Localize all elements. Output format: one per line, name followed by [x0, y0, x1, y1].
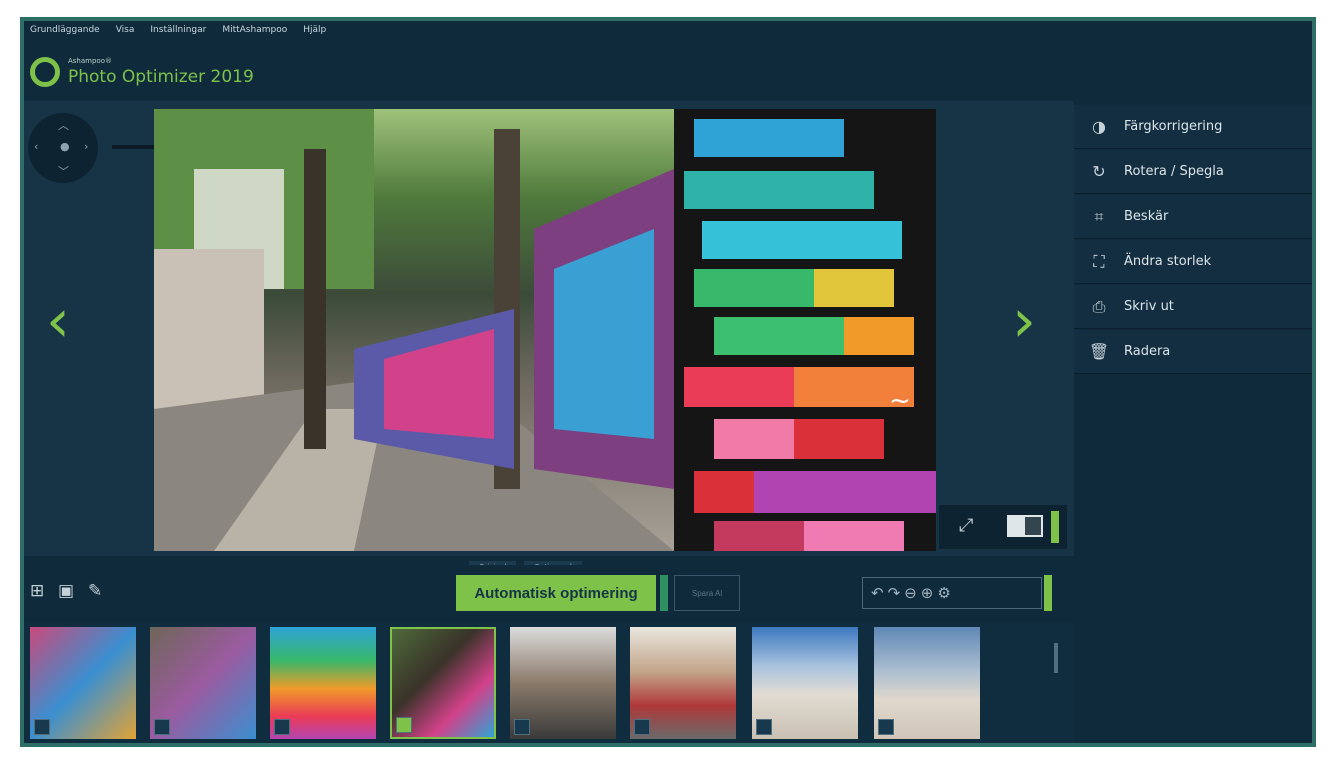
menu-item-settings[interactable]: Inställningar [150, 25, 206, 35]
thumbnail[interactable] [150, 627, 256, 739]
tools-sidebar: ◑ Färgkorrigering ↻ Rotera / Spegla ⌗ Be… [1074, 101, 1312, 743]
chevron-left-icon[interactable]: ‹ [38, 291, 78, 351]
sidebar-item-color-correction[interactable]: ◑ Färgkorrigering [1074, 105, 1312, 149]
menu-item-help[interactable]: Hjälp [303, 25, 326, 35]
thumbnail[interactable] [510, 627, 616, 739]
resize-icon: ⛶ [1093, 251, 1105, 271]
sidebar-item-label: Färgkorrigering [1124, 119, 1223, 134]
thumbnail[interactable] [270, 627, 376, 739]
clean-icon[interactable]: ✎ [88, 581, 102, 601]
thumbnail-checkbox[interactable] [514, 719, 530, 735]
auto-optimize-stepper[interactable] [660, 575, 668, 611]
thumbnail[interactable] [630, 627, 736, 739]
history-stepper[interactable] [1044, 575, 1052, 611]
menu-item-myashampoo[interactable]: MittAshampoo [222, 25, 287, 35]
chevron-right-icon[interactable]: › [1004, 291, 1044, 351]
redo-icon[interactable]: ↷ [888, 584, 901, 602]
sidebar-item-resize[interactable]: ⛶ Ändra storlek [1074, 240, 1312, 284]
app-branding: Ashampoo® Photo Optimizer 2019 [30, 47, 254, 97]
save-all-button[interactable]: Spara Al [674, 575, 740, 611]
app-window: Grundläggande Visa Inställningar MittAsh… [20, 17, 1316, 747]
sidebar-item-print[interactable]: ⎙ Skriv ut [1074, 285, 1312, 329]
add-file-icon[interactable]: ⊞ [30, 581, 44, 601]
thumbnail-scrollbar[interactable] [1054, 643, 1058, 673]
rotate-icon: ↻ [1092, 162, 1106, 181]
contrast-icon: ◑ [1092, 117, 1106, 136]
history-controls: ↶ ↷ ⊖ ⊕ ⚙ [862, 577, 1042, 609]
crop-icon: ⌗ [1094, 206, 1104, 226]
menu-bar: Grundläggande Visa Inställningar MittAsh… [24, 21, 1312, 39]
sidebar-item-label: Ändra storlek [1124, 254, 1212, 269]
thumbnail-checkbox[interactable] [274, 719, 290, 735]
printer-icon: ⎙ [1092, 296, 1106, 316]
split-view-stepper[interactable] [1051, 511, 1059, 543]
thumbnail-checkbox[interactable] [34, 719, 50, 735]
svg-text:~: ~ [889, 386, 911, 416]
settings-icon[interactable]: ⚙ [937, 584, 950, 602]
thumbnail[interactable] [30, 627, 136, 739]
auto-optimize-button[interactable]: Automatisk optimering [456, 575, 656, 611]
thumbnail-checkbox[interactable] [396, 717, 412, 733]
undo-icon[interactable]: ↶ [871, 584, 884, 602]
pan-navigator-icon[interactable]: ︿ ﹀ ‹ › ● [28, 113, 98, 183]
sidebar-item-rotate-mirror[interactable]: ↻ Rotera / Spegla [1074, 150, 1312, 194]
thumbnail-checkbox[interactable] [154, 719, 170, 735]
expand-icon[interactable]: ⤢ [959, 515, 973, 536]
calendar-icon[interactable]: ▣ [58, 581, 74, 601]
split-view-icon[interactable] [1007, 515, 1043, 537]
image-viewer: ︿ ﹀ ‹ › ● ‹ › ~ ⤢ [24, 101, 1074, 644]
sidebar-item-label: Radera [1124, 344, 1171, 359]
trash-icon: 🗑 [1088, 342, 1110, 361]
menu-item-basic[interactable]: Grundläggande [30, 25, 100, 35]
thumbnail-strip [24, 623, 1074, 743]
thumbnail[interactable] [752, 627, 858, 739]
thumbnail-checkbox[interactable] [634, 719, 650, 735]
action-toolbar: ⊞ ▣ ✎ Automatisk optimering Spara Al ↶ ↷… [24, 565, 1074, 621]
thumbnail-checkbox[interactable] [756, 719, 772, 735]
thumbnail[interactable] [874, 627, 980, 739]
view-tools-panel: ⤢ [939, 505, 1067, 549]
rotate-left-icon[interactable]: ⊖ [904, 584, 917, 602]
sidebar-item-label: Skriv ut [1124, 299, 1174, 314]
sidebar-item-crop[interactable]: ⌗ Beskär [1074, 195, 1312, 239]
sidebar-item-label: Beskär [1124, 209, 1169, 224]
rotate-right-icon[interactable]: ⊕ [921, 584, 934, 602]
logo-icon [30, 57, 60, 87]
thumbnail-selected[interactable] [390, 627, 496, 739]
company-name: Ashampoo® [68, 56, 112, 65]
photo-preview: ~ [154, 109, 936, 551]
thumbnail-checkbox[interactable] [878, 719, 894, 735]
menu-item-view[interactable]: Visa [116, 25, 135, 35]
app-title: Photo Optimizer 2019 [68, 66, 254, 87]
sidebar-item-label: Rotera / Spegla [1124, 164, 1224, 179]
sidebar-item-delete[interactable]: 🗑 Radera [1074, 330, 1312, 374]
